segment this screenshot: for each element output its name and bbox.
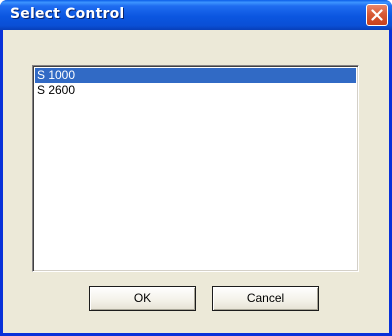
close-button[interactable] bbox=[366, 4, 388, 26]
select-control-dialog: Select Control S 1000 S 2600 OK Cancel bbox=[0, 0, 392, 336]
window-title: Select Control bbox=[10, 6, 125, 22]
close-icon bbox=[371, 9, 383, 21]
ok-button[interactable]: OK bbox=[89, 286, 196, 311]
control-listbox[interactable]: S 1000 S 2600 bbox=[32, 65, 359, 272]
list-item[interactable]: S 2600 bbox=[35, 83, 356, 98]
list-item[interactable]: S 1000 bbox=[35, 68, 356, 83]
title-bar[interactable]: Select Control bbox=[0, 0, 392, 30]
dialog-body: S 1000 S 2600 OK Cancel bbox=[3, 30, 389, 333]
cancel-button[interactable]: Cancel bbox=[212, 286, 319, 311]
